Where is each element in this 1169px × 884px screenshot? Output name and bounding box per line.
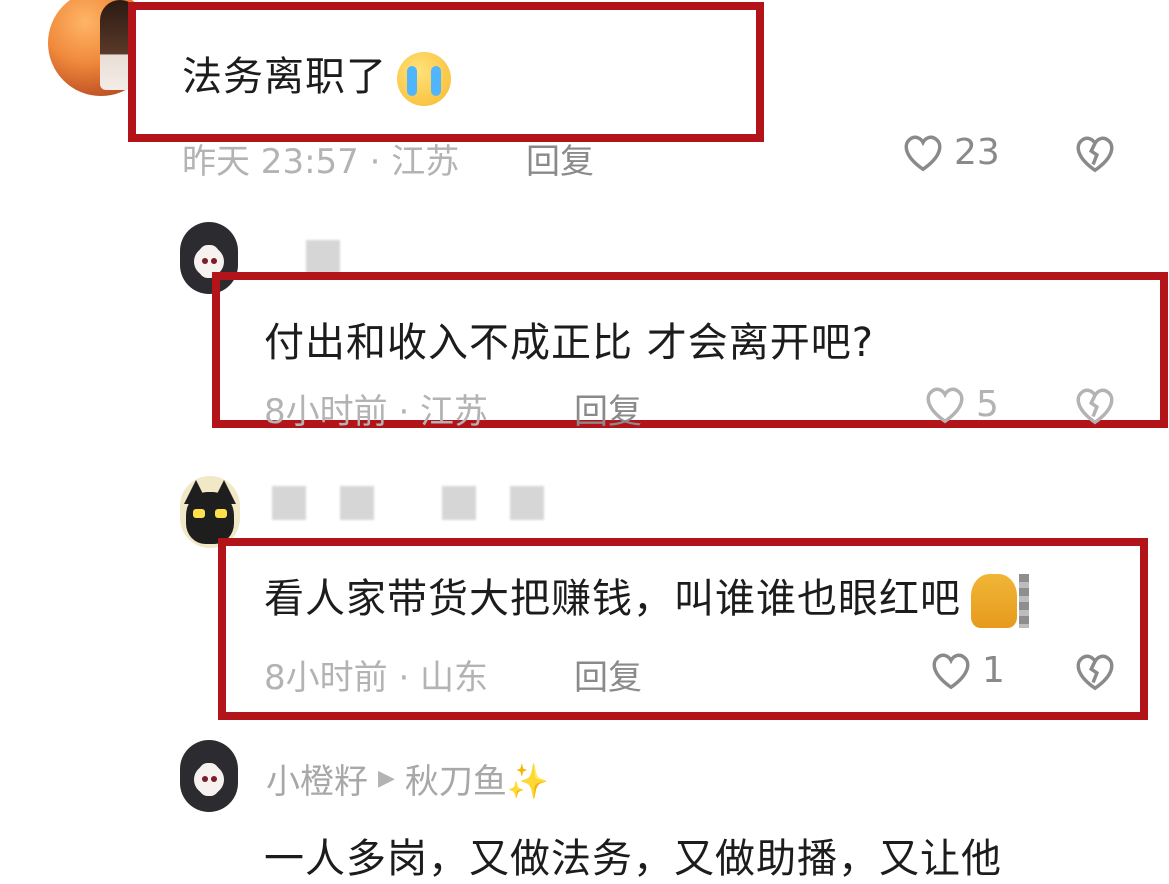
crying-face-emoji <box>397 52 451 106</box>
reply-to-name[interactable]: 秋刀鱼✨ <box>405 754 549 803</box>
like-button[interactable]: 5 <box>922 382 999 426</box>
like-count: 1 <box>982 649 1005 691</box>
comment-meta: 8小时前 · 山东 <box>264 658 489 698</box>
username-redacted <box>442 486 476 520</box>
reply-author-line: 小橙籽 ▶ 秋刀鱼✨ <box>266 754 549 803</box>
reply-button[interactable]: 回复 <box>526 134 594 183</box>
dislike-icon[interactable] <box>1072 382 1118 428</box>
like-count: 23 <box>954 131 1000 173</box>
username-redacted <box>306 240 340 274</box>
username-redacted <box>510 486 544 520</box>
reply-button[interactable]: 回复 <box>574 650 642 699</box>
heart-icon <box>928 648 974 692</box>
author-name[interactable]: 小橙籽 <box>266 754 368 803</box>
avatar[interactable] <box>180 740 238 812</box>
username-redacted <box>340 486 374 520</box>
comment-text: 一人多岗，又做法务，又做助播，又让他 <box>264 836 1002 882</box>
comment-meta: 昨天 23:57 · 江苏 <box>182 142 460 182</box>
dislike-icon[interactable] <box>1072 648 1118 694</box>
reply-arrow-icon: ▶ <box>378 766 395 791</box>
heart-icon <box>922 382 968 426</box>
comment-meta: 8小时前 · 江苏 <box>264 392 489 432</box>
cat-emoji <box>971 574 1029 628</box>
reply-button[interactable]: 回复 <box>574 384 642 433</box>
heart-icon <box>900 130 946 174</box>
dislike-icon[interactable] <box>1072 130 1118 176</box>
comment-text: 法务离职了 <box>182 44 451 106</box>
like-count: 5 <box>976 383 999 425</box>
comment-text: 付出和收入不成正比 才会离开吧? <box>264 320 874 366</box>
comment-text: 看人家带货大把赚钱，叫谁谁也眼红吧 <box>264 566 1029 628</box>
like-button[interactable]: 23 <box>900 130 1000 174</box>
like-button[interactable]: 1 <box>928 648 1005 692</box>
username-redacted <box>272 486 306 520</box>
